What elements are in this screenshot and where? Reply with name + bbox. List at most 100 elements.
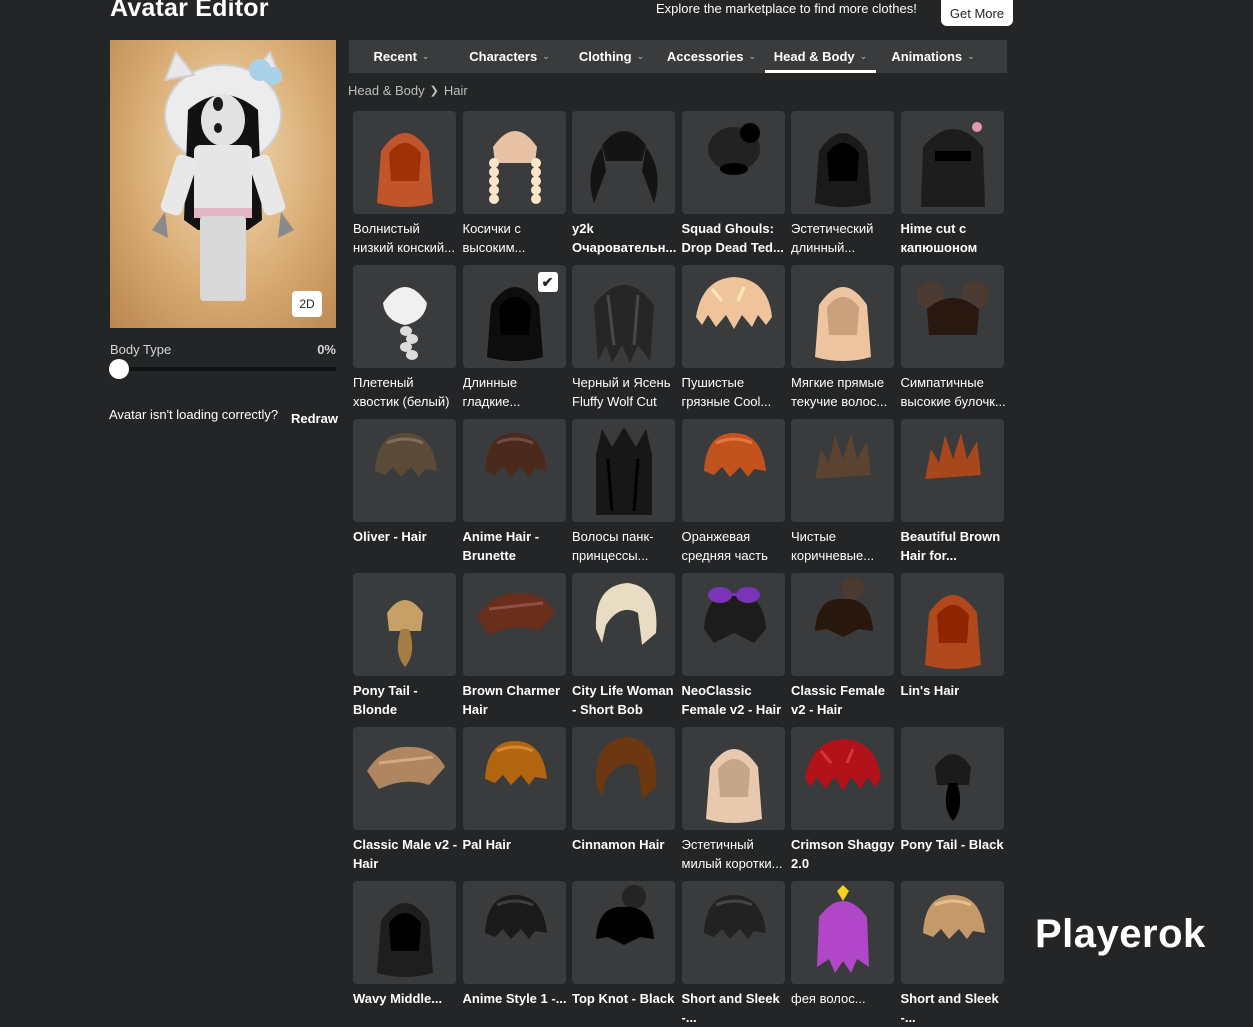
hair-item-card[interactable]: Short and Sleek -...: [681, 881, 788, 1027]
hair-item-card[interactable]: Crimson Shaggy 2.0: [791, 727, 894, 873]
hair-item-card[interactable]: Oliver - Hair: [353, 419, 456, 565]
hair-item-card[interactable]: Top Knot - Black: [572, 881, 675, 1027]
hair-item-thumbnail[interactable]: [681, 265, 785, 368]
hair-item-card[interactable]: Эстетичный милый коротки...: [681, 727, 788, 873]
hair-item-card[interactable]: Волосы панк-принцессы...: [572, 419, 675, 565]
hair-item-thumbnail[interactable]: [462, 881, 566, 984]
hair-item-thumbnail[interactable]: [353, 419, 456, 522]
hair-item-thumbnail[interactable]: [572, 881, 675, 984]
hair-item-thumbnail[interactable]: [791, 573, 894, 676]
hair-item-thumbnail[interactable]: [900, 727, 1004, 830]
hair-item-thumbnail[interactable]: [353, 573, 456, 676]
hair-item-thumbnail[interactable]: [681, 727, 785, 830]
hair-item-name[interactable]: Симпатичные высокие булочк...: [901, 373, 1007, 411]
hair-item-thumbnail[interactable]: [572, 573, 675, 676]
hair-item-thumbnail[interactable]: [353, 881, 456, 984]
hair-item-name[interactable]: Оранжевая средняя часть: [682, 527, 788, 565]
hair-item-card[interactable]: Classic Female v2 - Hair: [791, 573, 894, 719]
hair-item-card[interactable]: Wavy Middle...: [353, 881, 456, 1027]
hair-item-name[interactable]: Pony Tail - Blonde: [353, 681, 459, 719]
hair-item-name[interactable]: y2k Очаровательн...: [572, 219, 678, 257]
hair-item-name[interactable]: Brown Charmer Hair: [463, 681, 569, 719]
hair-item-card[interactable]: Cinnamon Hair: [572, 727, 675, 873]
hair-item-card[interactable]: Pony Tail - Black: [900, 727, 1007, 873]
breadcrumb-parent-link[interactable]: Head & Body: [348, 83, 425, 98]
hair-item-card[interactable]: Плетеный хвостик (белый): [353, 265, 456, 411]
hair-item-name[interactable]: Top Knot - Black: [572, 989, 678, 1027]
hair-item-thumbnail[interactable]: [900, 419, 1004, 522]
hair-item-name[interactable]: Плетеный хвостик (белый): [353, 373, 459, 411]
hair-item-name[interactable]: Anime Style 1 -...: [463, 989, 569, 1027]
tab-clothing[interactable]: Clothing ⌄: [565, 40, 658, 73]
hair-item-thumbnail[interactable]: [462, 573, 566, 676]
hair-item-name[interactable]: Short and Sleek -...: [682, 989, 788, 1027]
hair-item-name[interactable]: Пушистые грязные Cool...: [682, 373, 788, 411]
hair-item-card[interactable]: ✔ Длинные гладкие...: [462, 265, 569, 411]
hair-item-thumbnail[interactable]: [572, 419, 675, 522]
hair-item-card[interactable]: Beautiful Brown Hair for...: [900, 419, 1007, 565]
hair-item-name[interactable]: Anime Hair - Brunette: [463, 527, 569, 565]
hair-item-name[interactable]: City Life Woman - Short Bob: [572, 681, 678, 719]
hair-item-name[interactable]: Crimson Shaggy 2.0: [791, 835, 897, 873]
hair-item-name[interactable]: Pal Hair: [463, 835, 569, 873]
hair-item-name[interactable]: Squad Ghouls: Drop Dead Ted...: [682, 219, 788, 257]
hair-item-name[interactable]: Волнистый низкий конский...: [353, 219, 459, 257]
hair-item-name[interactable]: Мягкие прямые текучие волос...: [791, 373, 897, 411]
hair-item-card[interactable]: Pony Tail - Blonde: [353, 573, 456, 719]
hair-item-name[interactable]: Эстетичный милый коротки...: [682, 835, 788, 873]
hair-item-thumbnail[interactable]: [900, 265, 1004, 368]
hair-item-thumbnail[interactable]: [572, 111, 675, 214]
hair-item-card[interactable]: City Life Woman - Short Bob: [572, 573, 675, 719]
hair-item-card[interactable]: Косички с высоким...: [462, 111, 566, 257]
hair-item-name[interactable]: Длинные гладкие...: [463, 373, 569, 411]
hair-item-name[interactable]: Волосы панк-принцессы...: [572, 527, 678, 565]
hair-item-thumbnail[interactable]: [791, 419, 894, 522]
redraw-button[interactable]: Redraw: [291, 411, 338, 426]
hair-item-name[interactable]: Classic Male v2 - Hair: [353, 835, 459, 873]
hair-item-card[interactable]: NeoClassic Female v2 - Hair: [681, 573, 785, 719]
hair-item-name[interactable]: Cinnamon Hair: [572, 835, 678, 873]
hair-item-card[interactable]: Мягкие прямые текучие волос...: [791, 265, 894, 411]
hair-item-thumbnail[interactable]: [353, 265, 456, 368]
hair-item-name[interactable]: Чистые коричневые...: [791, 527, 897, 565]
hair-item-name[interactable]: Hime cut с капюшоном дл...: [901, 219, 1007, 257]
body-type-slider-track[interactable]: [110, 367, 336, 371]
view-2d-toggle-button[interactable]: 2D: [292, 291, 322, 317]
hair-item-name[interactable]: Lin's Hair: [901, 681, 1007, 719]
hair-item-name[interactable]: Pony Tail - Black: [901, 835, 1007, 873]
body-type-slider-handle[interactable]: [109, 359, 129, 379]
hair-item-card[interactable]: Squad Ghouls: Drop Dead Ted...: [681, 111, 788, 257]
hair-item-card[interactable]: Classic Male v2 - Hair: [353, 727, 459, 873]
hair-item-card[interactable]: Черный и Ясень Fluffy Wolf Cut: [572, 265, 675, 411]
hair-item-thumbnail[interactable]: [353, 111, 456, 214]
hair-item-thumbnail[interactable]: [900, 111, 1004, 214]
hair-item-card[interactable]: фея волос...: [791, 881, 894, 1027]
hair-item-name[interactable]: Short and Sleek -...: [901, 989, 1007, 1027]
hair-item-name[interactable]: Эстетический длинный...: [791, 219, 897, 257]
hair-item-thumbnail[interactable]: [791, 111, 894, 214]
hair-item-thumbnail[interactable]: [900, 881, 1004, 984]
hair-item-thumbnail[interactable]: [791, 265, 894, 368]
hair-item-thumbnail[interactable]: [572, 265, 675, 368]
hair-item-thumbnail[interactable]: [681, 881, 785, 984]
hair-item-thumbnail[interactable]: [681, 419, 785, 522]
hair-item-card[interactable]: Pal Hair: [462, 727, 569, 873]
hair-item-card[interactable]: Симпатичные высокие булочк...: [900, 265, 1007, 411]
hair-item-name[interactable]: Beautiful Brown Hair for...: [901, 527, 1007, 565]
hair-item-card[interactable]: Anime Hair - Brunette: [462, 419, 569, 565]
hair-item-card[interactable]: Эстетический длинный...: [791, 111, 894, 257]
get-more-button[interactable]: Get More: [941, 0, 1013, 26]
hair-item-thumbnail[interactable]: [572, 727, 675, 830]
hair-item-name[interactable]: Classic Female v2 - Hair: [791, 681, 897, 719]
avatar-preview[interactable]: 2D: [110, 40, 336, 328]
hair-item-card[interactable]: y2k Очаровательн...: [572, 111, 678, 257]
hair-item-thumbnail[interactable]: [681, 573, 785, 676]
hair-item-thumbnail[interactable]: [462, 111, 566, 214]
hair-item-name[interactable]: Oliver - Hair: [353, 527, 459, 565]
tab-animations[interactable]: Animations ⌄: [876, 40, 990, 73]
hair-item-name[interactable]: фея волос...: [791, 989, 897, 1027]
hair-item-card[interactable]: Оранжевая средняя часть: [681, 419, 788, 565]
hair-item-card[interactable]: Anime Style 1 -...: [462, 881, 569, 1027]
tab-head-body[interactable]: Head & Body ⌄: [765, 40, 876, 73]
hair-item-name[interactable]: Черный и Ясень Fluffy Wolf Cut: [572, 373, 678, 411]
